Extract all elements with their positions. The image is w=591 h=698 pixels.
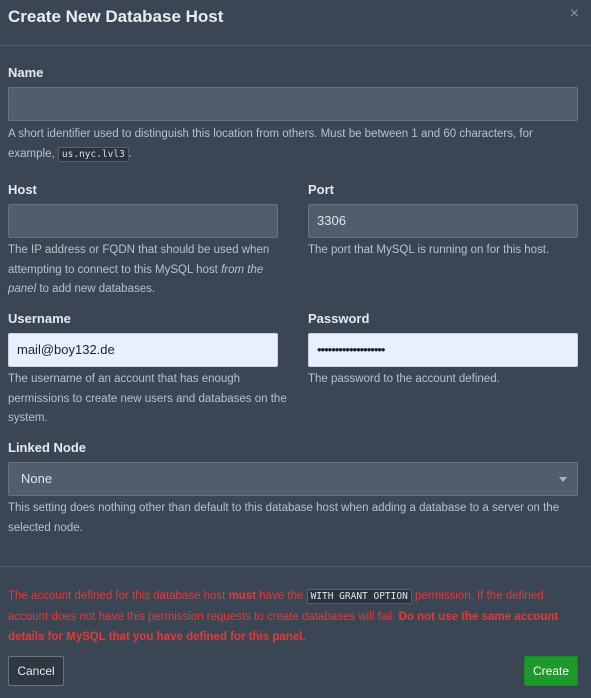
host-help: The IP address or FQDN that should be us… <box>8 241 278 300</box>
port-help: The port that MySQL is running on for th… <box>308 244 550 256</box>
create-button[interactable]: Create <box>524 656 578 686</box>
linked-node-selected: None <box>21 471 53 486</box>
linked-node-label: Linked Node <box>8 440 87 455</box>
warning-part2: have the <box>256 590 307 602</box>
port-label: Port <box>308 182 334 197</box>
host-input[interactable] <box>8 204 278 238</box>
name-input[interactable] <box>8 87 578 121</box>
name-help: A short identifier used to distinguish t… <box>8 125 578 164</box>
footer-divider <box>0 566 591 567</box>
warning-part1: The account defined for this database ho… <box>8 590 229 602</box>
host-help-after: to add new databases. <box>36 283 156 295</box>
warning-code: WITH GRANT OPTION <box>306 589 412 604</box>
grant-option-warning: The account defined for this database ho… <box>8 586 573 647</box>
name-label: Name <box>8 65 44 80</box>
linked-node-help: This setting does nothing other than def… <box>8 502 560 534</box>
cancel-button[interactable]: Cancel <box>8 656 64 686</box>
name-help-suffix: . <box>128 147 132 160</box>
close-icon[interactable]: × <box>570 6 579 22</box>
host-label: Host <box>8 182 37 197</box>
chevron-down-icon <box>559 477 567 482</box>
port-input[interactable]: 3306 <box>308 204 578 238</box>
username-label: Username <box>8 311 71 326</box>
modal-header: Create New Database Host × <box>0 0 591 46</box>
username-input[interactable]: mail@boy132.de <box>8 333 278 367</box>
username-help: The username of an account that has enou… <box>8 373 287 424</box>
password-input[interactable]: ••••••••••••••••••• <box>308 333 578 367</box>
linked-node-select[interactable]: None <box>8 462 578 496</box>
warning-must: must <box>228 590 257 602</box>
password-label: Password <box>308 311 370 326</box>
password-help: The password to the account defined. <box>308 373 500 385</box>
name-help-example: us.nyc.lvl3 <box>57 146 129 162</box>
modal-title: Create New Database Host <box>8 7 224 26</box>
